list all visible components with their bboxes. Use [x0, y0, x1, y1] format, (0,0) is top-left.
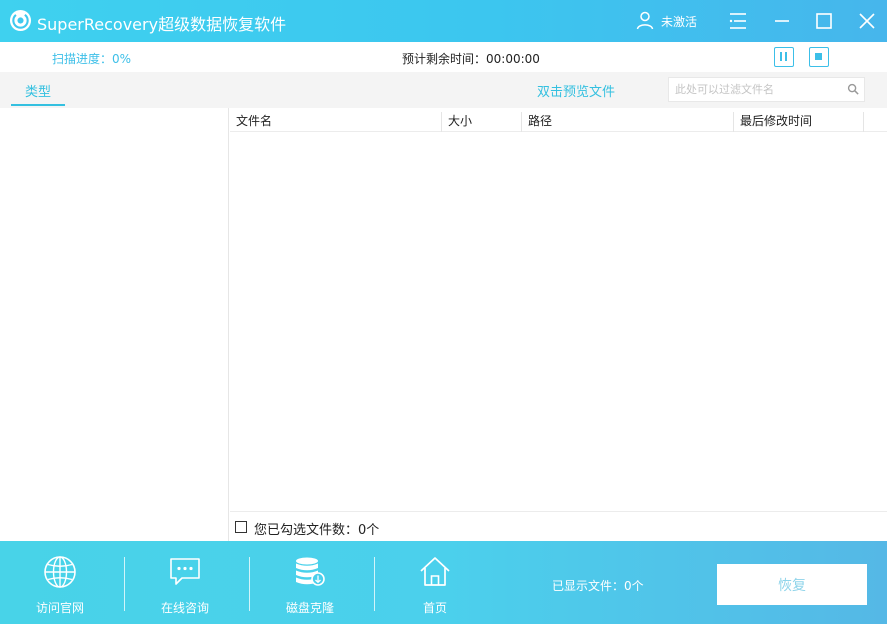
- tab-type[interactable]: 类型: [11, 80, 65, 106]
- home-icon: [420, 557, 450, 586]
- checked-count: 您已勾选文件数：0个: [254, 523, 380, 538]
- filter-box: [668, 77, 865, 102]
- pause-button[interactable]: [774, 47, 794, 67]
- disk-clone-button[interactable]: 磁盘克隆: [250, 541, 370, 624]
- column-header-name[interactable]: 文件名: [230, 112, 442, 132]
- scan-progress: 扫描进度：0%: [52, 52, 132, 66]
- home-button[interactable]: 首页: [375, 541, 495, 624]
- chat-icon: [170, 558, 200, 585]
- user-icon[interactable]: [635, 10, 655, 30]
- preview-hint-link[interactable]: 双击预览文件: [537, 81, 615, 100]
- footer-bar: 访问官网 在线咨询 磁盘克隆 首页 已显示文件：0个 恢复: [0, 541, 887, 624]
- maximize-icon[interactable]: [812, 9, 836, 33]
- table-header: 文件名 大小 路径 最后修改时间: [230, 108, 887, 132]
- menu-icon[interactable]: [726, 9, 750, 33]
- remaining-time: 预计剩余时间：00:00:00: [402, 52, 540, 66]
- disk-clone-icon: [296, 557, 325, 586]
- online-consult-button[interactable]: 在线咨询: [125, 541, 245, 624]
- disk-clone-label: 磁盘克隆: [285, 601, 334, 615]
- selection-bar: 您已勾选文件数：0个: [230, 511, 887, 541]
- select-all-checkbox[interactable]: [235, 521, 247, 533]
- app-logo-icon: [9, 9, 32, 32]
- minimize-icon[interactable]: [770, 9, 794, 33]
- globe-icon: [44, 556, 76, 588]
- home-label: 首页: [422, 601, 447, 615]
- title-bar: SuperRecovery超级数据恢复软件 未激活: [0, 0, 887, 42]
- recover-button[interactable]: 恢复: [717, 564, 867, 605]
- close-icon[interactable]: [855, 9, 879, 33]
- column-header-modified-time[interactable]: 最后修改时间: [734, 112, 864, 132]
- file-table[interactable]: 文件名 大小 路径 最后修改时间: [230, 108, 887, 511]
- toolbar: 类型 双击预览文件: [0, 72, 887, 108]
- column-header-size[interactable]: 大小: [442, 112, 522, 132]
- visit-website-button[interactable]: 访问官网: [0, 541, 120, 624]
- type-tree-panel[interactable]: [0, 108, 229, 541]
- activation-status[interactable]: 未激活: [661, 13, 697, 30]
- visit-website-label: 访问官网: [35, 601, 84, 615]
- online-consult-label: 在线咨询: [160, 601, 209, 615]
- search-icon[interactable]: [847, 83, 860, 96]
- scan-status-bar: 扫描进度：0% 预计剩余时间：00:00:00: [0, 42, 887, 72]
- app-title: SuperRecovery超级数据恢复软件: [37, 15, 287, 34]
- stop-button[interactable]: [809, 47, 829, 67]
- column-header-path[interactable]: 路径: [522, 112, 734, 132]
- filter-input[interactable]: [669, 78, 844, 101]
- shown-files-count: 已显示文件：0个: [552, 579, 644, 593]
